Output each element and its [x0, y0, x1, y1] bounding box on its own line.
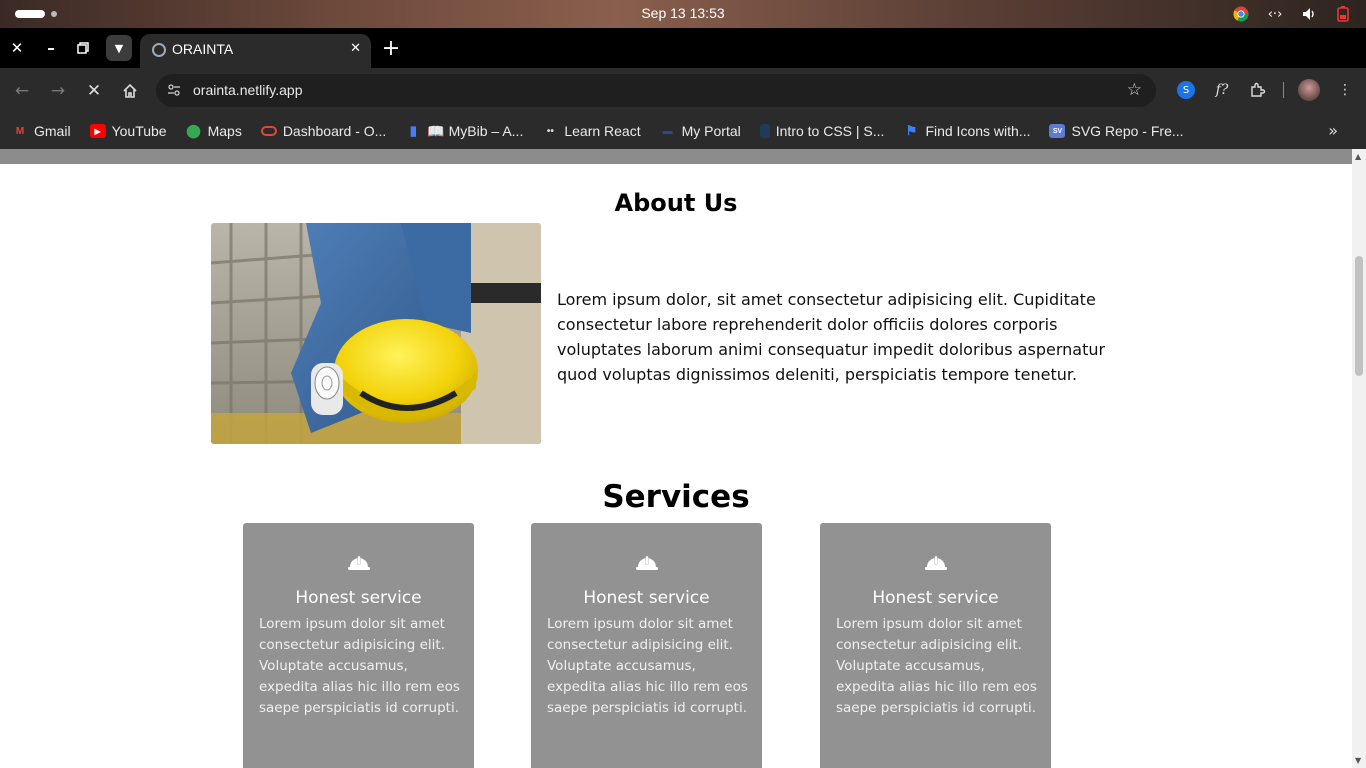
extensions-puzzle-icon[interactable] — [1247, 79, 1269, 101]
minimize-window-icon[interactable]: – — [39, 36, 63, 60]
tab-orainta[interactable]: ORAINTA ✕ — [140, 34, 371, 68]
service-card-title: Honest service — [295, 588, 422, 608]
services-heading: Services — [602, 479, 750, 515]
network-icon[interactable]: ‹·› — [1266, 5, 1284, 23]
service-card-text: Lorem ipsum dolor sit amet consectetur a… — [259, 616, 460, 716]
bookmark-label: SVG Repo - Fre... — [1071, 123, 1184, 139]
more-bookmarks-chevron-icon[interactable]: » — [1328, 121, 1338, 140]
bookmarks-bar: M Gmail ▶ YouTube ⬤ Maps Dashboard - O... ▮… — [0, 113, 1366, 149]
shazam-extension-icon[interactable]: S — [1175, 79, 1197, 101]
close-window-icon[interactable]: ✕ — [5, 36, 29, 60]
toolbar-separator — [1283, 82, 1284, 98]
scroll-thumb[interactable] — [1355, 256, 1363, 376]
service-card: Honest service Lorem ipsum dolor sit ame… — [243, 523, 474, 768]
new-tab-plus-icon[interactable]: + — [381, 36, 401, 61]
tab-strip: ✕ – ▼ ORAINTA ✕ + — [0, 28, 1366, 68]
tab-close-icon[interactable]: ✕ — [350, 41, 361, 56]
page-viewport: About Us Lorem ipsum dolor, sit amet con… — [0, 149, 1366, 768]
service-card: Honest service Lorem ipsum dolor sit ame… — [531, 523, 762, 768]
about-paragraph: Lorem ipsum dolor, sit amet consectetur … — [557, 290, 1106, 384]
svgrepo-icon: SV — [1049, 124, 1066, 138]
bookmark-learn-react[interactable]: •• Learn React — [542, 123, 641, 139]
bookmark-label: Intro to CSS | S... — [775, 123, 885, 139]
bookmark-label: Find Icons with... — [925, 123, 1031, 139]
chrome-icon[interactable] — [1232, 5, 1250, 23]
bookmark-label: Maps — [207, 123, 242, 139]
battery-icon[interactable] — [1334, 5, 1352, 23]
bookmark-youtube[interactable]: ▶ YouTube — [89, 123, 167, 139]
tab-search-chevron-down-icon[interactable]: ▼ — [106, 35, 132, 61]
bookmark-label: Learn React — [564, 123, 641, 139]
bookmark-label: YouTube — [111, 123, 167, 139]
bookmark-my-portal[interactable]: ▬ My Portal — [660, 123, 741, 139]
bookmark-gmail[interactable]: M Gmail — [12, 123, 71, 139]
gmail-icon: M — [15, 125, 25, 137]
bookmark-find-icons[interactable]: ⚑ Find Icons with... — [903, 123, 1031, 139]
css-icon — [759, 124, 770, 138]
hard-hat-icon — [531, 553, 762, 573]
bookmark-svg-repo[interactable]: SV SVG Repo - Fre... — [1049, 123, 1184, 139]
page-scrollbar[interactable]: ▲ ▼ — [1352, 149, 1366, 768]
browser-toolbar: ← → ✕ orainta.netlify.app ☆ S f? ⋮ — [0, 68, 1366, 113]
bookmark-icon: ▮ — [409, 123, 417, 138]
menu-kebab-icon[interactable]: ⋮ — [1334, 79, 1356, 101]
construction-worker-image — [211, 223, 541, 444]
scroll-up-arrow-icon[interactable]: ▲ — [1355, 152, 1361, 161]
bookmark-intro-css[interactable]: Intro to CSS | S... — [759, 123, 885, 139]
back-arrow-icon[interactable]: ← — [10, 79, 34, 103]
scroll-down-arrow-icon[interactable]: ▼ — [1355, 756, 1361, 765]
forward-arrow-icon[interactable]: → — [46, 79, 70, 103]
about-heading: About Us — [614, 189, 738, 217]
bookmark-maps[interactable]: ⬤ Maps — [186, 123, 242, 139]
home-icon[interactable] — [118, 79, 142, 103]
service-card-title: Honest service — [872, 588, 999, 608]
system-clock[interactable]: Sep 13 13:53 — [0, 5, 1366, 21]
site-info-icon[interactable] — [166, 82, 182, 98]
formula-extension-icon[interactable]: f? — [1211, 79, 1233, 101]
toolbar-extensions: S f? ⋮ — [1175, 79, 1356, 101]
bookmark-star-icon[interactable]: ☆ — [1127, 80, 1142, 100]
site-header-strip — [0, 149, 1352, 164]
bookmark-label: Gmail — [34, 123, 71, 139]
service-card-text: Lorem ipsum dolor sit amet consectetur a… — [547, 616, 748, 716]
restore-window-icon[interactable] — [71, 36, 95, 60]
stop-loading-icon[interactable]: ✕ — [82, 79, 106, 103]
tab-title: ORAINTA — [172, 41, 234, 57]
profile-avatar[interactable] — [1298, 79, 1320, 101]
loading-favicon-icon — [152, 43, 166, 57]
react-icon: •• — [546, 125, 554, 137]
hard-hat-icon — [243, 553, 474, 573]
address-bar[interactable]: orainta.netlify.app ☆ — [156, 74, 1156, 107]
service-card-title: Honest service — [583, 588, 710, 608]
oracle-icon — [260, 126, 277, 136]
bookmark-label: 📖 MyBib – A... — [427, 122, 524, 139]
bookmark-label: Dashboard - O... — [282, 123, 387, 139]
system-tray: ‹·› — [1232, 5, 1352, 23]
bookmark-label: My Portal — [681, 123, 741, 139]
bookmark-dashboard[interactable]: Dashboard - O... — [260, 123, 387, 139]
bookmark-mybib[interactable]: ▮ 📖 MyBib – A... — [405, 122, 524, 140]
service-card: Honest service Lorem ipsum dolor sit ame… — [820, 523, 1051, 768]
volume-icon[interactable] — [1300, 5, 1318, 23]
maps-icon: ⬤ — [186, 123, 201, 138]
portal-icon: ▬ — [662, 125, 673, 137]
hard-hat-icon — [820, 553, 1051, 573]
url-text[interactable]: orainta.netlify.app — [193, 82, 302, 98]
youtube-icon: ▶ — [89, 124, 106, 138]
service-card-text: Lorem ipsum dolor sit amet consectetur a… — [836, 616, 1037, 716]
os-top-bar: Sep 13 13:53 ‹·› — [0, 0, 1366, 28]
flag-icon: ⚑ — [905, 123, 918, 138]
